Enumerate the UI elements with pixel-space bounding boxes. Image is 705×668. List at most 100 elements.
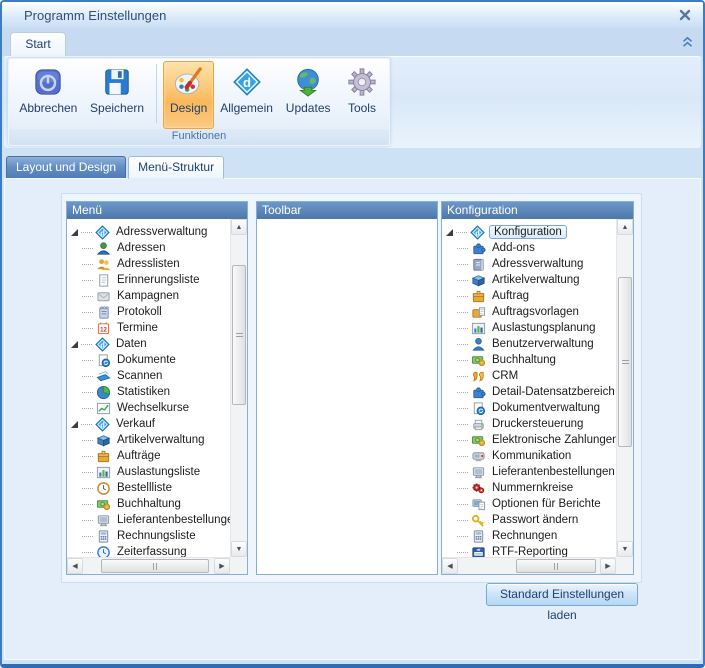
- tree-guide-line: [82, 360, 93, 361]
- tree-item-konfiguration[interactable]: dKonfiguration: [442, 224, 616, 240]
- tree-item-lieferantenbestellungen[interactable]: Lieferantenbestellungen: [67, 512, 230, 528]
- close-icon[interactable]: [679, 9, 691, 21]
- scroll-up-icon[interactable]: ▲: [231, 219, 247, 235]
- ribbon-button-abbrechen[interactable]: Abbrechen: [13, 61, 84, 129]
- tree-guide-line: [457, 344, 468, 345]
- tree-item-adresslisten[interactable]: Adresslisten: [67, 256, 230, 272]
- tree-item-elektronische-zahlungen[interactable]: Elektronische Zahlungen: [442, 432, 616, 448]
- tree-item-auftragsvorlagen[interactable]: Auftragsvorlagen: [442, 304, 616, 320]
- tree-item-erinnerungsliste[interactable]: Erinnerungsliste: [67, 272, 230, 288]
- tab-layout-und-design[interactable]: Layout und Design: [6, 156, 126, 178]
- comm-icon: [471, 449, 487, 464]
- tree-item-daten[interactable]: dDaten: [67, 336, 230, 352]
- tree-item-dokumente[interactable]: Dokumente: [67, 352, 230, 368]
- tree-item-label: CRM: [492, 370, 518, 382]
- expander-icon[interactable]: [446, 229, 453, 236]
- ribbon-group-label: Funktionen: [9, 129, 389, 145]
- person-blue-icon: [471, 337, 487, 352]
- tree-item-optionen-f-r-berichte[interactable]: Optionen für Berichte: [442, 496, 616, 512]
- tree-guide-line: [82, 312, 93, 313]
- tree-item-kommunikation[interactable]: Kommunikation: [442, 448, 616, 464]
- tree-item-lieferantenbestellungen[interactable]: Lieferantenbestellungen: [442, 464, 616, 480]
- tree-item-kampagnen[interactable]: Kampagnen: [67, 288, 230, 304]
- d-diamond-large-icon: d: [232, 64, 262, 100]
- tree-guide-line: [82, 248, 93, 249]
- svg-text:d: d: [100, 340, 105, 349]
- scroll-left-icon[interactable]: ◀: [442, 558, 458, 574]
- scroll-right-icon[interactable]: ▶: [600, 558, 616, 574]
- scrollbar-thumb[interactable]: [101, 559, 209, 573]
- tree-item-rtf-reporting[interactable]: rtfRTF-Reporting: [442, 544, 616, 557]
- ribbon-button-allgemein[interactable]: dAllgemein: [214, 61, 279, 129]
- tree-item-auftr-ge[interactable]: Aufträge: [67, 448, 230, 464]
- expander-icon[interactable]: [71, 229, 78, 236]
- tree-item-label: Auftrag: [492, 290, 529, 302]
- tree-item-bestellliste[interactable]: Bestellliste: [67, 480, 230, 496]
- expander-icon[interactable]: [71, 421, 78, 428]
- tree-item-benutzerverwaltung[interactable]: Benutzerverwaltung: [442, 336, 616, 352]
- panel-konfiguration: Konfiguration dKonfigurationAdd-onsAdres…: [441, 201, 634, 575]
- scrollbar-thumb[interactable]: [516, 559, 596, 573]
- tree-item-artikelverwaltung[interactable]: Artikelverwaltung: [442, 272, 616, 288]
- horizontal-scrollbar[interactable]: ◀ ▶: [67, 557, 230, 574]
- tree-item-wechselkurse[interactable]: Wechselkurse: [67, 400, 230, 416]
- tree-item-label: Dokumente: [117, 354, 176, 366]
- tree-item-artikelverwaltung[interactable]: Artikelverwaltung: [67, 432, 230, 448]
- clock-blue-icon: [96, 545, 112, 558]
- ribbon-button-updates[interactable]: Updates: [279, 61, 337, 129]
- expander-icon[interactable]: [71, 341, 78, 348]
- collapse-ribbon-icon[interactable]: [682, 36, 693, 48]
- horizontal-scrollbar[interactable]: ◀ ▶: [442, 557, 616, 574]
- scroll-up-icon[interactable]: ▲: [617, 219, 633, 235]
- tree-item-verkauf[interactable]: dVerkauf: [67, 416, 230, 432]
- tree-item-detail-datensatzbereich[interactable]: Detail-Datensatzbereich: [442, 384, 616, 400]
- tab-men-struktur[interactable]: Menü-Struktur: [128, 156, 224, 179]
- tree-guide-line: [81, 344, 92, 345]
- tree-guide-line: [82, 440, 93, 441]
- tree-item-adressverwaltung[interactable]: Adressverwaltung: [442, 256, 616, 272]
- tree-item-passwort-ndern[interactable]: Passwort ändern: [442, 512, 616, 528]
- tree-item-add-ons[interactable]: Add-ons: [442, 240, 616, 256]
- money-icon: [471, 433, 487, 448]
- ribbon-button-speichern[interactable]: Speichern: [84, 61, 151, 129]
- scrollbar-thumb[interactable]: [618, 277, 632, 447]
- tree-item-buchhaltung[interactable]: Buchhaltung: [442, 352, 616, 368]
- ribbon-button-tools[interactable]: Tools: [337, 61, 387, 129]
- tab-start[interactable]: Start: [10, 32, 66, 56]
- tree-item-zeiterfassung[interactable]: Zeiterfassung: [67, 544, 230, 557]
- tree-item-termine[interactable]: 12Termine: [67, 320, 230, 336]
- tree-item-scannen[interactable]: Scannen: [67, 368, 230, 384]
- tree-guide-line: [82, 296, 93, 297]
- vertical-scrollbar[interactable]: ▲ ▼: [230, 219, 247, 557]
- tree-item-adressen[interactable]: Adressen: [67, 240, 230, 256]
- tree-guide-line: [82, 520, 93, 521]
- ribbon-button-label: Updates: [286, 101, 331, 115]
- load-default-settings-button[interactable]: Standard Einstellungen laden: [486, 583, 638, 606]
- vertical-scrollbar[interactable]: ▲ ▼: [616, 219, 633, 557]
- tree-item-auslastungsliste[interactable]: Auslastungsliste: [67, 464, 230, 480]
- tree-item-crm[interactable]: CRM: [442, 368, 616, 384]
- ribbon-button-design[interactable]: Design: [163, 61, 213, 129]
- scroll-down-icon[interactable]: ▼: [231, 541, 247, 557]
- tree-item-druckersteuerung[interactable]: Druckersteuerung: [442, 416, 616, 432]
- scroll-down-icon[interactable]: ▼: [617, 541, 633, 557]
- tree-item-auftrag[interactable]: Auftrag: [442, 288, 616, 304]
- tree-item-auslastungsplanung[interactable]: Auslastungsplanung: [442, 320, 616, 336]
- scroll-right-icon[interactable]: ▶: [214, 558, 230, 574]
- scrollbar-thumb[interactable]: [232, 265, 246, 405]
- panel-toolbar-header: Toolbar: [257, 202, 437, 219]
- tree-item-nummernkreise[interactable]: Nummernkreise: [442, 480, 616, 496]
- tree-item-adressverwaltung[interactable]: dAdressverwaltung: [67, 224, 230, 240]
- key-icon: [471, 513, 487, 528]
- tree-item-statistiken[interactable]: Statistiken: [67, 384, 230, 400]
- tree-item-rechnungen[interactable]: Rechnungen: [442, 528, 616, 544]
- tree-item-buchhaltung[interactable]: Buchhaltung: [67, 496, 230, 512]
- calendar-icon: 12: [96, 321, 112, 336]
- ribbon-button-label: Abbrechen: [19, 101, 77, 115]
- tree-item-dokumentverwaltung[interactable]: Dokumentverwaltung: [442, 400, 616, 416]
- tree-item-protokoll[interactable]: Protokoll: [67, 304, 230, 320]
- tree-item-rechnungsliste[interactable]: Rechnungsliste: [67, 528, 230, 544]
- tree-guide-line: [82, 488, 93, 489]
- scroll-left-icon[interactable]: ◀: [67, 558, 83, 574]
- tree-item-label: Adressverwaltung: [492, 258, 583, 270]
